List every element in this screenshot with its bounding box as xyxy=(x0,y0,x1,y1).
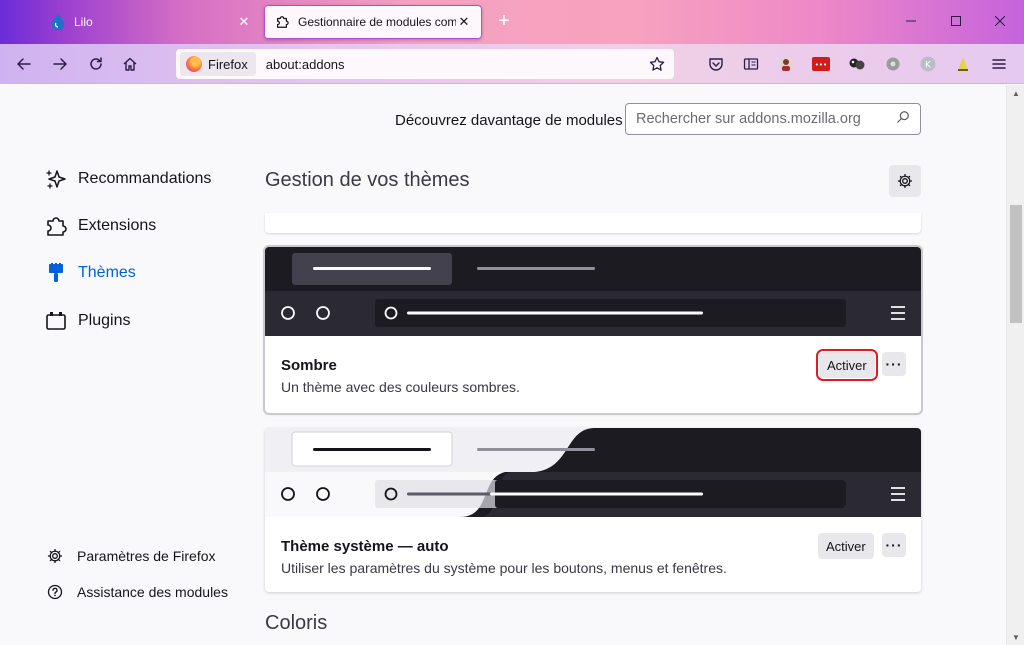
reader-sidebar-icon[interactable] xyxy=(741,54,761,74)
url-bar[interactable]: Firefox about:addons xyxy=(176,49,674,79)
sidebar-item-themes[interactable]: Thèmes xyxy=(45,259,136,287)
reload-button[interactable] xyxy=(83,51,109,77)
firefox-settings-label: Paramètres de Firefox xyxy=(77,548,216,564)
tab-addons-manager[interactable]: Gestionnaire de modules compl ✕ xyxy=(264,5,482,39)
sidebar-item-plugins[interactable]: Plugins xyxy=(45,307,130,335)
theme-card-dark: Sombre Un thème avec des couleurs sombre… xyxy=(265,247,921,413)
svg-text:•••: ••• xyxy=(815,61,827,69)
sidebar-item-label: Recommandations xyxy=(78,170,212,187)
scroll-up-icon[interactable]: ▲ xyxy=(1007,85,1024,101)
theme-description: Utiliser les paramètres du système pour … xyxy=(281,560,727,576)
sidebar-item-label: Plugins xyxy=(78,312,131,329)
back-button[interactable] xyxy=(11,51,37,77)
extension-cone-icon[interactable] xyxy=(953,54,973,74)
vertical-scrollbar[interactable]: ▲ ▼ xyxy=(1006,85,1024,645)
extension-red-icon[interactable]: ••• xyxy=(811,54,831,74)
arrow-right-icon xyxy=(53,58,67,70)
maximize-icon xyxy=(951,16,961,26)
addons-support-link[interactable]: Assistance des modules xyxy=(47,582,228,602)
home-icon xyxy=(123,57,137,71)
new-tab-button[interactable]: + xyxy=(492,10,516,34)
minimize-button[interactable] xyxy=(896,8,926,34)
discover-label: Découvrez davantage de modules xyxy=(395,112,623,129)
tools-gear-button[interactable] xyxy=(889,165,921,197)
addons-support-label: Assistance des modules xyxy=(77,584,228,600)
plugin-icon xyxy=(45,310,67,332)
identity-label: Firefox xyxy=(208,56,248,72)
scroll-down-icon[interactable]: ▼ xyxy=(1007,629,1024,645)
close-window-button[interactable] xyxy=(985,8,1015,34)
more-options-button[interactable]: ··· xyxy=(882,533,906,557)
theme-preview-dark xyxy=(265,247,921,336)
theme-name: Thème système — auto xyxy=(281,538,449,555)
extension-dots-icon[interactable] xyxy=(847,54,867,74)
lilo-drop-icon xyxy=(50,14,66,30)
forward-button[interactable] xyxy=(47,51,73,77)
tab-title: Lilo xyxy=(74,15,93,29)
navigation-toolbar: Firefox about:addons ••• K xyxy=(0,44,1024,84)
menu-hamburger-icon[interactable] xyxy=(989,54,1009,74)
theme-card-system-auto: Thème système — auto Utiliser les paramè… xyxy=(265,428,921,592)
help-icon xyxy=(47,584,63,600)
scrollbar-thumb[interactable] xyxy=(1010,205,1022,323)
more-options-button[interactable]: ··· xyxy=(882,352,906,376)
close-icon[interactable]: ✕ xyxy=(456,14,472,30)
arrow-left-icon xyxy=(17,58,31,70)
firefox-settings-link[interactable]: Paramètres de Firefox xyxy=(47,546,216,566)
brush-icon xyxy=(45,262,67,284)
tab-lilo[interactable]: Lilo ✕ xyxy=(40,5,262,39)
home-button[interactable] xyxy=(117,51,143,77)
addons-content: Découvrez davantage de modules Recommand… xyxy=(0,85,1006,645)
extension-gear-icon[interactable] xyxy=(883,54,903,74)
tab-title: Gestionnaire de modules compl xyxy=(298,15,456,29)
gear-icon xyxy=(897,173,913,189)
puzzle-icon xyxy=(274,14,290,30)
theme-card-body: Sombre Un thème avec des couleurs sombre… xyxy=(265,336,921,411)
tab-strip: Lilo ✕ Gestionnaire de modules compl ✕ + xyxy=(0,0,1024,44)
sidebar-item-label: Thèmes xyxy=(78,264,136,281)
theme-description: Un thème avec des couleurs sombres. xyxy=(281,379,520,395)
theme-preview-system-auto xyxy=(265,428,921,517)
reload-icon xyxy=(90,57,102,70)
addons-search-box[interactable] xyxy=(625,103,921,135)
gear-icon xyxy=(47,548,63,564)
close-icon[interactable]: ✕ xyxy=(236,14,252,30)
bookmark-star-icon[interactable] xyxy=(644,51,670,77)
page-title: Gestion de vos thèmes xyxy=(265,169,470,191)
search-icon[interactable] xyxy=(896,110,910,129)
section-heading-coloris: Coloris xyxy=(265,612,328,634)
theme-name: Sombre xyxy=(281,357,337,374)
extension-k-icon[interactable]: K xyxy=(918,54,938,74)
identity-box[interactable]: Firefox xyxy=(180,52,256,76)
puzzle-icon xyxy=(45,215,67,237)
sidebar-item-label: Extensions xyxy=(78,217,157,234)
close-icon xyxy=(995,16,1005,26)
pocket-icon[interactable] xyxy=(706,54,726,74)
theme-card-body: Thème système — auto Utiliser les paramè… xyxy=(265,517,921,592)
enable-theme-button[interactable]: Activer xyxy=(818,533,874,559)
addons-search-input[interactable] xyxy=(636,111,896,127)
enabled-theme-card-bottom xyxy=(265,213,921,233)
sidebar-item-extensions[interactable]: Extensions xyxy=(45,212,156,240)
maximize-button[interactable] xyxy=(941,8,971,34)
minimize-icon xyxy=(906,20,916,22)
firefox-logo-icon xyxy=(186,56,202,72)
url-text[interactable]: about:addons xyxy=(266,57,644,72)
sparkle-icon xyxy=(45,168,67,190)
enable-theme-button[interactable]: Activer xyxy=(816,349,878,381)
sidebar-item-recommendations[interactable]: Recommandations xyxy=(45,165,211,193)
extension-avatar-icon[interactable] xyxy=(776,54,796,74)
